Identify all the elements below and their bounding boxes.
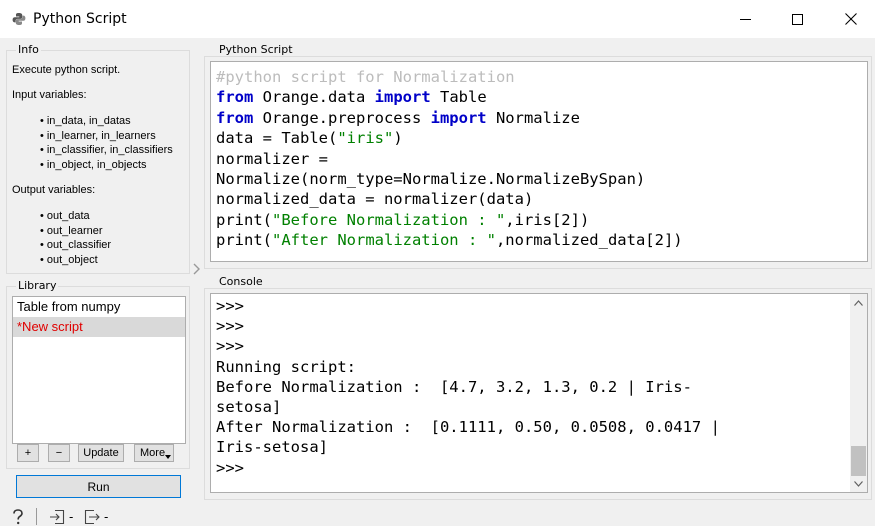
more-button-label: More: [140, 447, 166, 459]
output-var-item: out_classifier: [40, 238, 111, 253]
scroll-down-button[interactable]: [850, 475, 867, 492]
code-token: import: [374, 88, 431, 107]
code-line: from Orange.data import Table: [216, 87, 867, 107]
input-signal-icon[interactable]: [49, 509, 65, 525]
info-group-title: Info: [16, 43, 41, 56]
code-line: from Orange.preprocess import Normalize: [216, 108, 867, 128]
code-token: #python script for Normalization: [216, 68, 515, 86]
help-icon[interactable]: [12, 509, 24, 525]
python-script-group-title: Python Script: [217, 43, 295, 56]
code-token: "After Normalization : ": [272, 231, 496, 250]
output-variables-heading: Output variables:: [12, 184, 96, 196]
code-token: import: [430, 108, 487, 127]
console-line: Iris-setosa]: [216, 438, 328, 457]
close-button[interactable]: [828, 0, 874, 38]
status-divider: [36, 508, 37, 525]
code-token: data = Table(: [216, 129, 338, 148]
output-signal-count: -: [104, 510, 109, 524]
code-token: Orange.preprocess: [253, 108, 431, 127]
code-token: Normalize: [486, 108, 580, 127]
library-item-new-script[interactable]: *New script: [13, 317, 185, 337]
code-line: Normalize(norm_type=Normalize.NormalizeB…: [216, 169, 867, 189]
code-line: print("After Normalization : ",normalize…: [216, 230, 867, 250]
minimize-icon: [739, 18, 751, 20]
code-line: #python script for Normalization: [216, 67, 867, 87]
code-token: ): [393, 129, 403, 148]
dropdown-arrow-icon: [165, 455, 171, 459]
console-line: setosa]: [216, 398, 282, 417]
output-variables-list: out_data out_learner out_classifier out_…: [40, 209, 111, 267]
input-var-item: in_object, in_objects: [40, 158, 173, 173]
code-token: Orange.data: [253, 88, 375, 107]
scroll-thumb[interactable]: [851, 446, 866, 476]
scroll-up-button[interactable]: [850, 294, 867, 311]
console-line: >>>: [216, 317, 244, 336]
input-var-item: in_data, in_datas: [40, 114, 173, 129]
code-line: print("Before Normalization : ",iris[2]): [216, 210, 867, 230]
maximize-button[interactable]: [774, 0, 820, 38]
code-token: Table: [430, 88, 487, 107]
console-line: >>>: [216, 337, 244, 356]
maximize-icon: [791, 13, 803, 25]
title-bar: Python Script: [0, 0, 875, 38]
output-signal-icon[interactable]: [84, 509, 100, 525]
code-token: "Before Normalization : ": [272, 210, 506, 229]
console-group-title: Console: [217, 275, 265, 288]
library-item-table-from-numpy[interactable]: Table from numpy: [13, 297, 185, 317]
input-var-item: in_learner, in_learners: [40, 129, 173, 144]
console-line: >>>: [216, 297, 244, 315]
output-var-item: out_data: [40, 209, 111, 224]
update-script-button[interactable]: Update: [78, 444, 124, 462]
input-signal-count: -: [69, 510, 74, 524]
add-script-button[interactable]: +: [17, 444, 39, 462]
status-bar: - -: [0, 505, 875, 526]
code-token: normalizer =: [216, 149, 328, 168]
library-list[interactable]: Table from numpy *New script: [12, 296, 186, 444]
console-line: >>>: [216, 458, 244, 477]
remove-script-button[interactable]: −: [48, 444, 70, 462]
code-line: normalized_data = normalizer(data): [216, 189, 867, 209]
close-icon: [845, 13, 857, 25]
info-description: Execute python script.: [12, 64, 121, 76]
run-button[interactable]: Run: [16, 475, 181, 498]
code-token: Normalize(norm_type=Normalize.NormalizeB…: [216, 170, 646, 189]
code-token: from: [216, 108, 254, 127]
code-token: normalized_data = normalizer(data): [216, 190, 534, 209]
code-line: data = Table("iris"): [216, 128, 867, 148]
code-token: "iris": [337, 129, 394, 148]
console-scrollbar[interactable]: [850, 294, 867, 492]
library-group-title: Library: [16, 279, 59, 292]
console-line: Before Normalization : [4.7, 3.2, 1.3, 0…: [216, 377, 692, 396]
chevron-up-icon: [854, 299, 863, 306]
window-title: Python Script: [33, 11, 127, 27]
chevron-down-icon: [854, 480, 863, 487]
splitter-chevron-icon[interactable]: [192, 262, 202, 276]
console-line: After Normalization : [0.1111, 0.50, 0.0…: [216, 418, 720, 437]
output-var-item: out_object: [40, 253, 111, 268]
code-token: ,normalized_data[2]): [495, 231, 683, 250]
input-variables-heading: Input variables:: [12, 89, 87, 101]
more-button[interactable]: More: [134, 444, 174, 462]
console-line: Running script:: [216, 357, 356, 376]
code-token: print(: [216, 231, 272, 250]
code-token: from: [216, 88, 254, 107]
code-token: print(: [216, 210, 272, 229]
code-token: ,iris[2]): [505, 210, 590, 229]
input-variables-list: in_data, in_datas in_learner, in_learner…: [40, 114, 173, 172]
python-app-icon: [12, 13, 26, 25]
output-var-item: out_learner: [40, 224, 111, 239]
script-editor[interactable]: #python script for Normalization from Ora…: [210, 61, 868, 262]
input-var-item: in_classifier, in_classifiers: [40, 143, 173, 158]
console-text: >>> >>> >>> Running script: Before Normaliza…: [216, 296, 720, 478]
minimize-button[interactable]: [722, 0, 768, 38]
code-line: normalizer =: [216, 149, 867, 169]
console-output[interactable]: >>> >>> >>> Running script: Before Normaliza…: [210, 293, 868, 493]
